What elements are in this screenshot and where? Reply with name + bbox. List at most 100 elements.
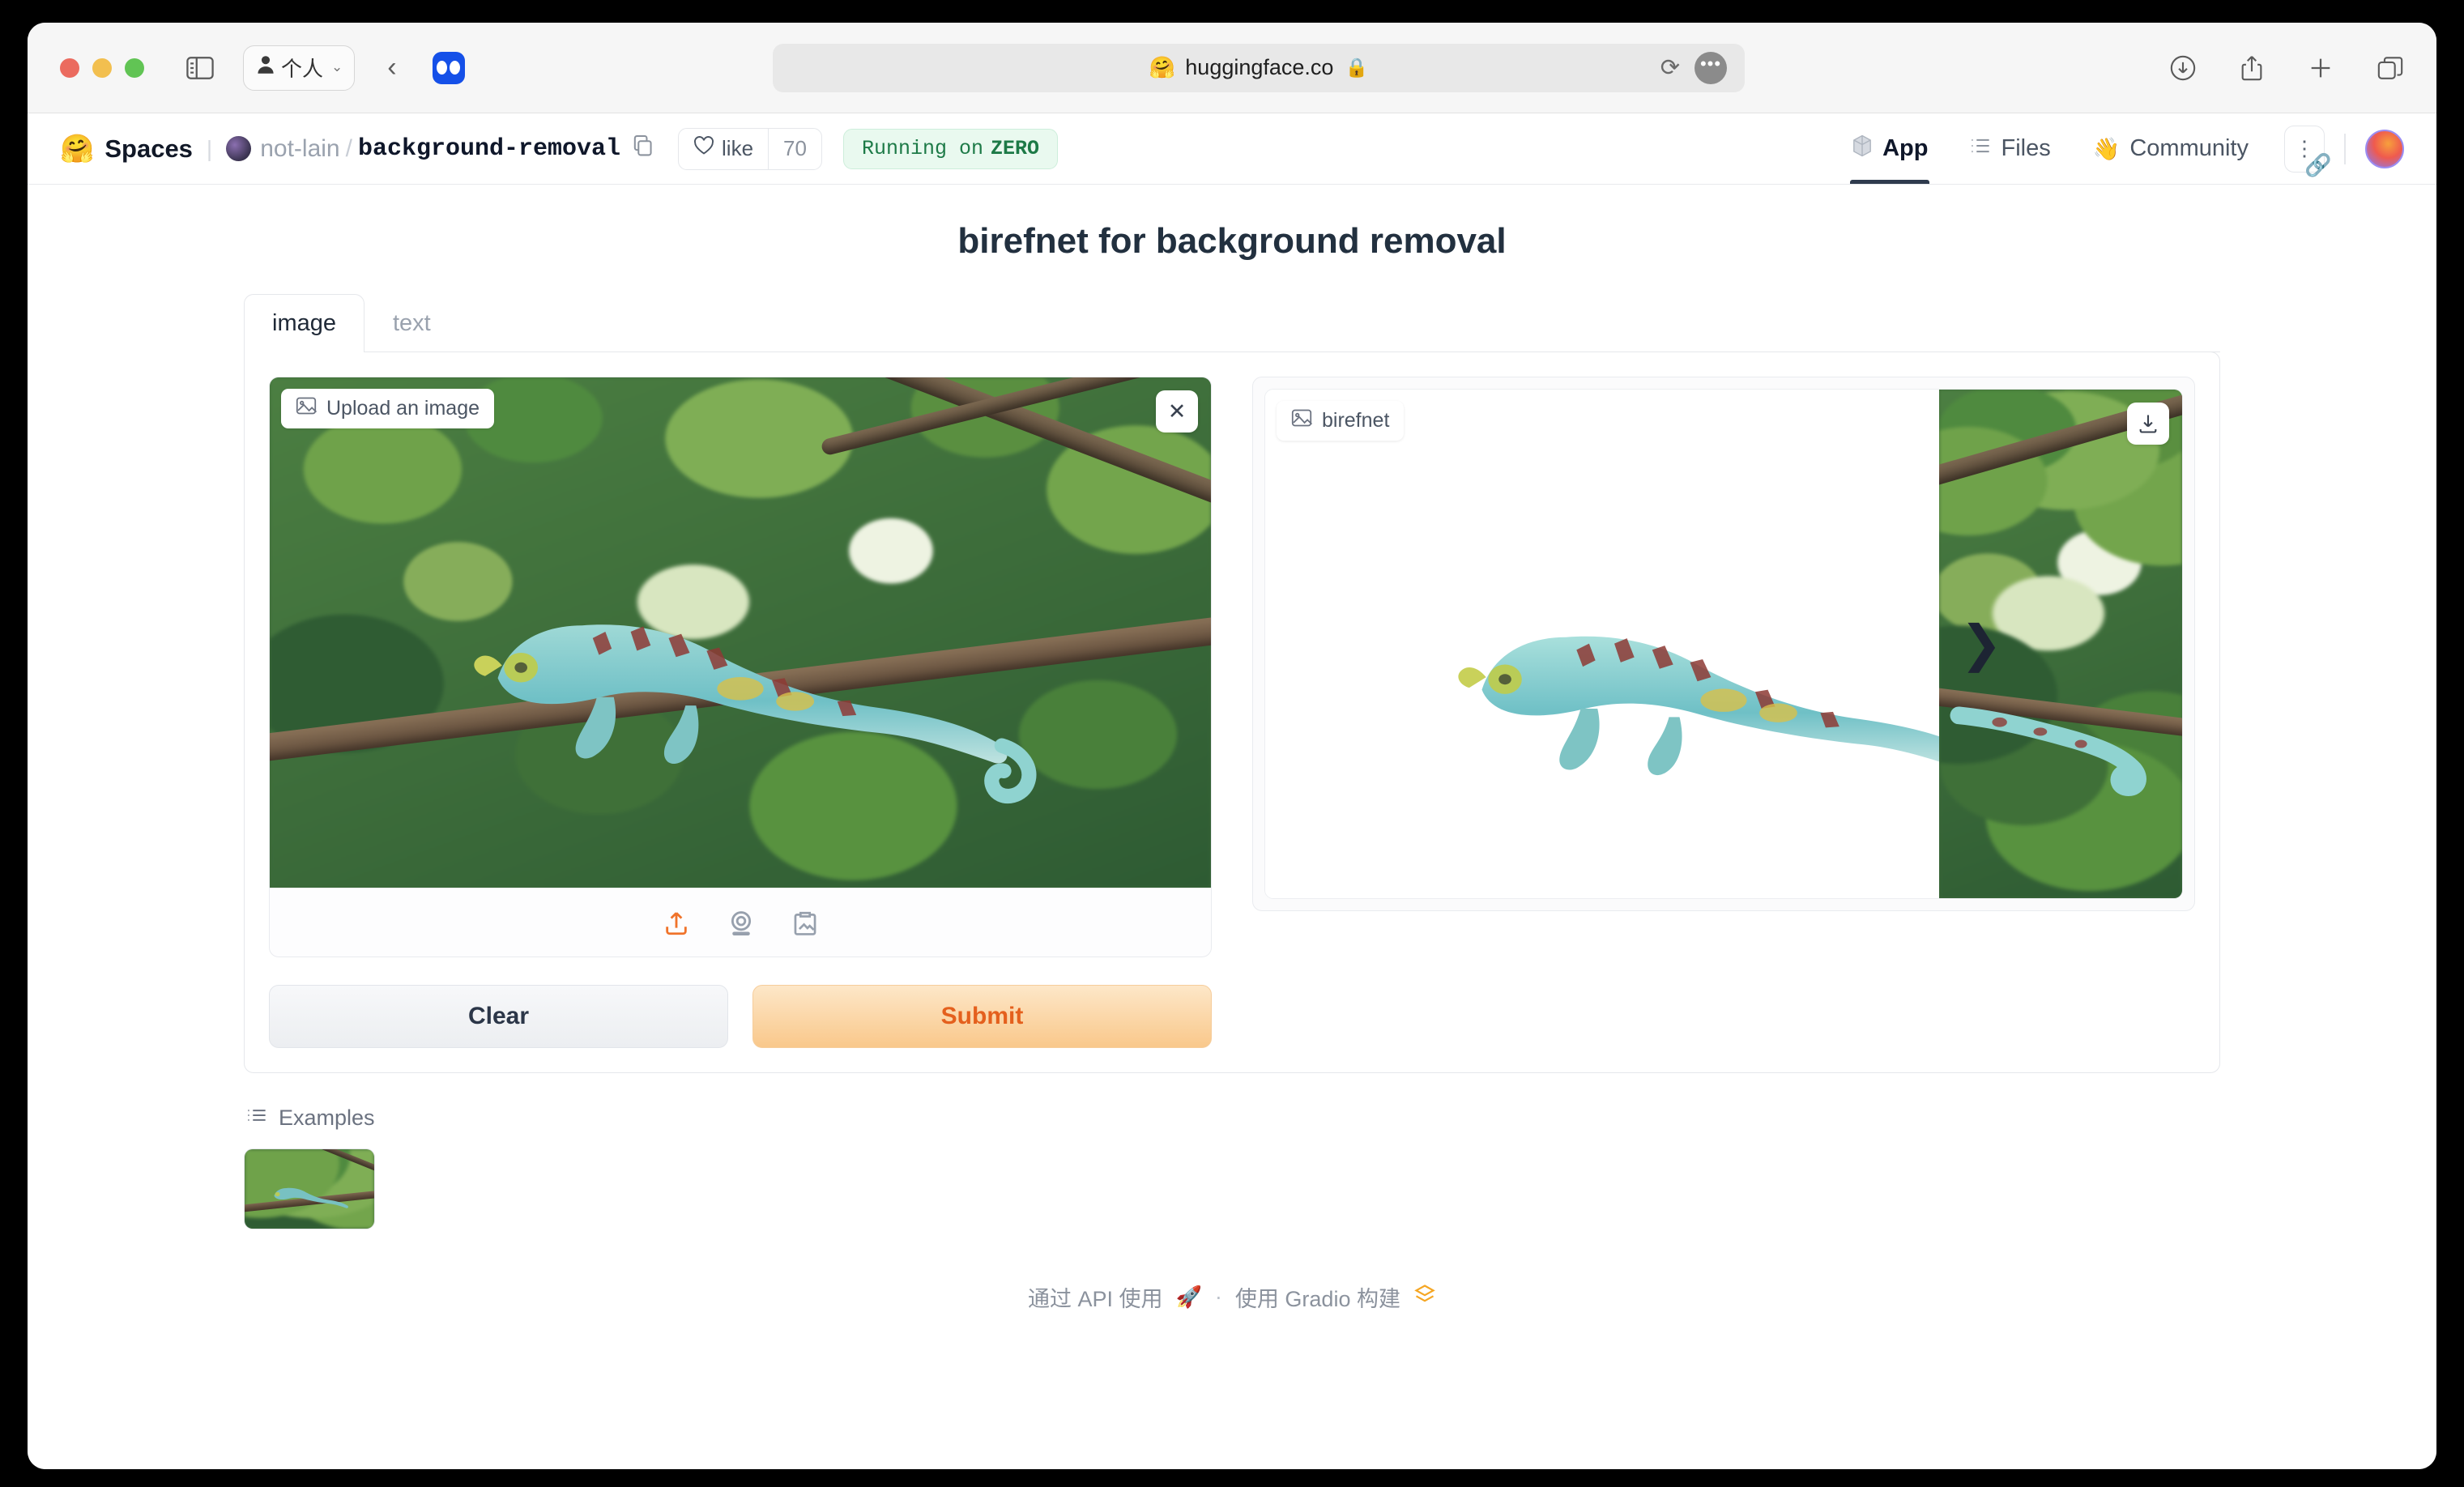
files-icon [1970, 135, 1991, 163]
input-image [270, 377, 1211, 888]
downloads-icon[interactable] [2169, 54, 2197, 82]
tab-app[interactable]: App [1831, 113, 1949, 184]
owner-avatar [226, 136, 252, 161]
spaces-label: Spaces [104, 134, 193, 163]
heart-icon [693, 136, 714, 161]
new-tab-icon[interactable] [2307, 54, 2334, 82]
action-buttons: Clear Submit [269, 985, 1212, 1048]
huggingface-logo-icon: 🤗 [60, 133, 95, 164]
window-controls[interactable] [60, 58, 144, 78]
footer-separator: · [1214, 1285, 1222, 1309]
tab-image[interactable]: image [244, 294, 364, 352]
close-window-button[interactable] [60, 58, 79, 78]
header-nav: App Files 👋 Community ⋮ 🔗 [1831, 113, 2404, 184]
tab-bar: image text [244, 294, 2220, 352]
status-badge: Running on ZERO [842, 128, 1058, 169]
slider-handle[interactable]: ❮ ❯ [1939, 390, 2002, 898]
back-chevron-icon[interactable]: ‹ [387, 52, 396, 83]
input-column: Upload an image ✕ Clear Submit [269, 377, 1212, 1048]
output-badge: birefnet [1277, 401, 1405, 441]
person-icon [257, 55, 275, 80]
huggingface-header: 🤗 Spaces | not-lain / background-removal… [28, 113, 2436, 185]
image-placeholder-icon [1291, 408, 1313, 433]
more-options-icon[interactable]: ••• [1695, 51, 1727, 84]
input-image-area[interactable]: Upload an image ✕ [270, 377, 1211, 888]
reload-icon[interactable]: ⟳ [1660, 53, 1680, 82]
avatar[interactable] [2365, 129, 2404, 168]
nav-divider [2344, 133, 2346, 164]
hf-favicon-emoji: 🤗 [1149, 55, 1176, 79]
api-link[interactable]: 通过 API 使用 [1028, 1281, 1163, 1313]
built-with-gradio-link[interactable]: 使用 Gradio 构建 [1235, 1281, 1400, 1313]
tab-overview-icon[interactable] [2377, 55, 2404, 81]
download-image-button[interactable] [2127, 403, 2169, 445]
toolbar-right-icons [2169, 54, 2404, 82]
sidebar-toggle-icon[interactable] [186, 56, 214, 80]
webcam-icon[interactable] [727, 910, 755, 937]
tab-files[interactable]: Files [1949, 113, 2071, 184]
url-text: huggingface.co [1185, 55, 1334, 79]
image-input-card: Upload an image ✕ [269, 377, 1212, 957]
repo-name[interactable]: background-removal [358, 135, 620, 163]
chameleon-photo [474, 624, 1037, 804]
image-output-card: ❮ ❯ [1252, 377, 2195, 911]
examples-header: Examples [246, 1106, 2220, 1131]
like-label: like [722, 136, 754, 160]
browser-window: 个人 ⌄ ‹ 🤗 huggingface.co 🔒 ⟳ ••• 🤗 Spaces… [28, 23, 2436, 1469]
owner-link[interactable]: not-lain [260, 135, 339, 163]
browser-toolbar: 个人 ⌄ ‹ 🤗 huggingface.co 🔒 ⟳ ••• [28, 23, 2436, 113]
clear-image-button[interactable]: ✕ [1156, 390, 1198, 432]
rocket-icon: 🚀 [1175, 1285, 1202, 1309]
chameleon-example-thumbnail [245, 1149, 374, 1229]
chameleon-tail [1950, 706, 2146, 796]
path-slash: / [345, 134, 352, 162]
paste-clipboard-icon[interactable] [792, 910, 818, 937]
tab-app-label: App [1882, 135, 1929, 161]
input-badge: Upload an image [281, 389, 495, 428]
tab-text[interactable]: text [364, 294, 459, 352]
header-divider: | [206, 135, 213, 161]
profile-label: 个人 [281, 57, 324, 81]
site-favicon-icon[interactable] [432, 51, 465, 84]
chevron-down-icon: ⌄ [331, 59, 343, 75]
example-item[interactable] [244, 1148, 375, 1229]
tab-text-label: text [393, 310, 431, 336]
link-icon: 🔗 [2304, 152, 2332, 177]
list-icon [246, 1106, 267, 1131]
input-toolbar [270, 888, 1211, 957]
status-prefix: Running on [861, 137, 983, 160]
output-slider[interactable]: ❮ ❯ [1264, 389, 2183, 899]
profile-selector[interactable]: 个人 ⌄ [243, 45, 356, 91]
minimize-window-button[interactable] [92, 58, 112, 78]
kebab-menu-icon[interactable]: ⋮ 🔗 [2284, 125, 2332, 177]
status-hardware: ZERO [990, 137, 1039, 160]
maximize-window-button[interactable] [125, 58, 144, 78]
gradio-app: image text Upload an image ✕ Clear Submi… [244, 294, 2220, 1313]
gradio-logo-icon [1413, 1283, 1436, 1311]
tab-image-label: image [272, 310, 336, 336]
tab-community-label: Community [2129, 135, 2249, 161]
examples-section: Examples [244, 1106, 2220, 1229]
gradio-footer: 通过 API 使用 🚀 · 使用 Gradio 构建 [244, 1281, 2220, 1313]
submit-button[interactable]: Submit [752, 985, 1212, 1048]
lock-icon: 🔒 [1345, 57, 1369, 78]
copy-icon[interactable] [633, 134, 654, 163]
output-image-original: ❮ ❯ [1939, 390, 2182, 898]
spaces-home-link[interactable]: 🤗 Spaces [60, 133, 193, 165]
input-badge-label: Upload an image [326, 397, 480, 420]
chevron-right-icon[interactable]: ❯ [1960, 619, 2002, 669]
share-icon[interactable] [2239, 54, 2265, 82]
upload-icon[interactable] [663, 910, 690, 937]
cube-icon [1852, 134, 1873, 164]
examples-label: Examples [279, 1106, 375, 1130]
address-bar[interactable]: 🤗 huggingface.co 🔒 ⟳ ••• [773, 43, 1745, 92]
output-badge-label: birefnet [1322, 409, 1390, 432]
tab-community[interactable]: 👋 Community [2072, 113, 2270, 184]
like-button[interactable]: like 70 [678, 127, 822, 170]
tab-panel-image: Upload an image ✕ Clear Submit ❯ birefne… [244, 352, 2220, 1073]
like-count: 70 [768, 128, 821, 169]
image-placeholder-icon [296, 396, 318, 421]
wave-hand-icon: 👋 [2092, 136, 2121, 161]
clear-button[interactable]: Clear [269, 985, 728, 1048]
page-title: birefnet for background removal [957, 221, 1507, 261]
